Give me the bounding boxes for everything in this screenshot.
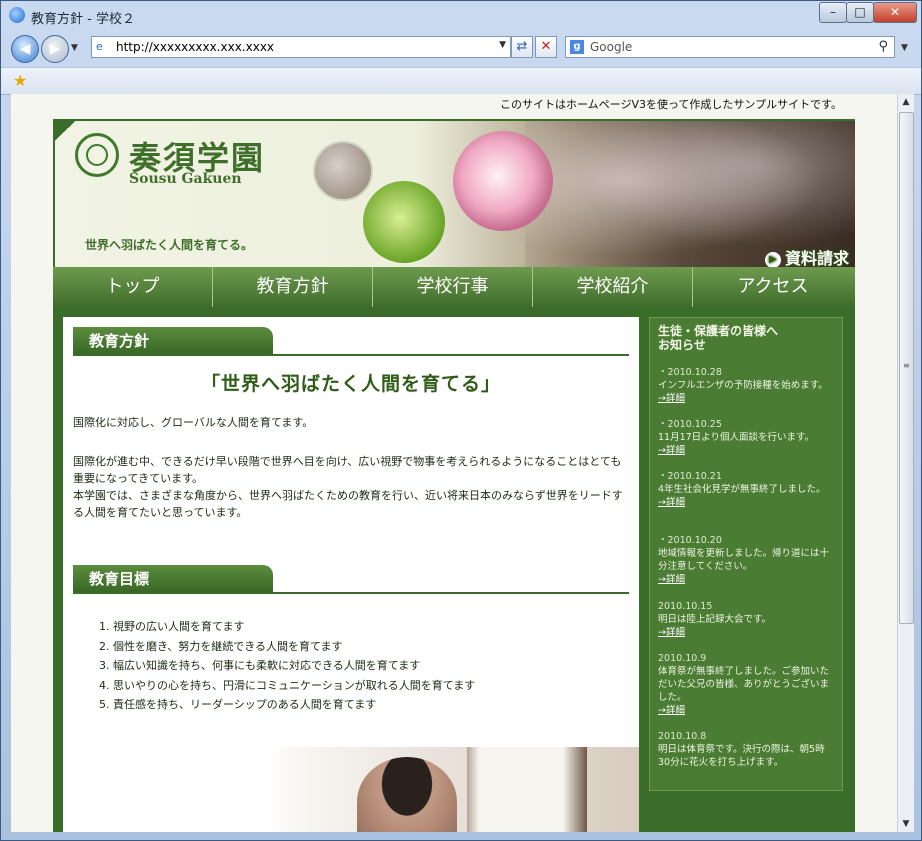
news-item: ・2010.10.28 インフルエンザの予防接種を始めます。 →詳細 xyxy=(658,366,834,405)
news-text: 4年生社会化見学が無事終了しました。 xyxy=(658,484,826,495)
back-button[interactable]: ◀ xyxy=(11,35,39,63)
school-name-roman: Sousu Gakuen xyxy=(129,171,242,187)
main-content: 教育方針 「世界へ羽ばたく人間を育てる」 国際化に対応し、グローバルな人間を育て… xyxy=(63,317,639,832)
tagline: 世界へ羽ばたく人間を育てる。 xyxy=(85,238,254,252)
news-date: 2010.10.15 xyxy=(658,601,713,612)
favorites-star-icon[interactable]: ★ xyxy=(13,71,27,90)
goals-list: 視野の広い人間を育てます 個性を磨き、努力を継続できる人間を育てます 幅広い知識… xyxy=(89,617,475,715)
search-box[interactable]: g Google ⚲ xyxy=(565,36,895,58)
minimize-button[interactable]: – xyxy=(819,2,847,23)
address-bar[interactable]: e http://xxxxxxxxx.xxx.xxxx ▼ xyxy=(91,36,511,58)
page-viewport: このサイトはホームページV3を使って作成したサンプルサイトです。 奏須学園 So… xyxy=(11,94,897,832)
news-sidebar: 生徒・保護者の皆様へ お知らせ ・2010.10.28 インフルエンザの予防接種… xyxy=(649,317,843,791)
stop-button[interactable]: ✕ xyxy=(535,36,557,58)
policy-body-2: 本学園では、さまざまな角度から、世界へ羽ばたくための教育を行い、近い将来日本のみ… xyxy=(73,489,623,519)
news-item: 2010.10.8 明日は体育祭です。決行の際は、朝5時30分に花火を打ち上げま… xyxy=(658,730,834,769)
news-item: 2010.10.9 体育祭が無事終了しました。ご参加いただいた父兄の皆様、ありが… xyxy=(658,652,834,717)
list-item: 個性を磨き、努力を継続できる人間を育てます xyxy=(113,637,475,657)
motto: 「世界へ羽ばたく人間を育てる」 xyxy=(200,373,501,395)
news-date: ・2010.10.21 xyxy=(658,471,722,482)
navigation-bar: ◀ ▶ ▼ e http://xxxxxxxxx.xxx.xxxx ▼ ⇄ ✕ … xyxy=(1,31,921,65)
school-seal-icon xyxy=(75,133,119,177)
scroll-down-icon[interactable]: ▼ xyxy=(898,816,914,832)
news-title: 生徒・保護者の皆様へ お知らせ xyxy=(658,324,779,352)
news-date: 2010.10.8 xyxy=(658,731,707,742)
request-materials-button[interactable]: ▶ 資料請求 xyxy=(764,245,849,267)
address-text[interactable]: http://xxxxxxxxx.xxx.xxxx xyxy=(116,40,274,54)
list-item: 幅広い知識を持ち、何事にも柔軟に対応できる人間を育てます xyxy=(113,656,475,676)
news-date: ・2010.10.28 xyxy=(658,367,722,378)
news-text: 地域情報を更新しました。帰り道には十分注意してください。 xyxy=(658,548,830,572)
news-text: 明日は体育祭です。決行の際は、朝5時30分に花火を打ち上げます。 xyxy=(658,744,825,768)
policy-intro: 国際化に対応し、グローバルな人間を育てます。 xyxy=(73,416,314,429)
search-icon[interactable]: ⚲ xyxy=(878,39,888,54)
news-more-link[interactable]: →詳細 xyxy=(658,626,834,639)
policy-body-1: 国際化が進む中、できるだけ早い段階で世界へ目を向け、広い視野で物事を考えられるよ… xyxy=(73,455,622,485)
news-more-link[interactable]: →詳細 xyxy=(658,496,834,509)
vertical-scrollbar[interactable]: ▲ ≡ ▼ xyxy=(897,94,914,832)
menu-item-access[interactable]: アクセス xyxy=(693,267,853,307)
section-heading-policy: 教育方針 xyxy=(73,327,273,355)
news-more-link[interactable]: →詳細 xyxy=(658,573,834,586)
forward-button[interactable]: ▶ xyxy=(41,35,69,63)
main-menu: トップ 教育方針 学校行事 学校紹介 アクセス xyxy=(53,267,855,307)
favorites-bar: ★ xyxy=(1,67,921,95)
news-item: ・2010.10.25 11月17日より個人面談を行います。 →詳細 xyxy=(658,418,834,457)
news-text: 明日は陸上記録大会です。 xyxy=(658,614,772,625)
list-item: 視野の広い人間を育てます xyxy=(113,617,475,637)
news-more-link[interactable]: →詳細 xyxy=(658,392,834,405)
list-item: 思いやりの心を持ち、円滑にコミュニケーションが取れる人間を育てます xyxy=(113,676,475,696)
menu-item-about[interactable]: 学校紹介 xyxy=(533,267,693,307)
sample-site-notice: このサイトはホームページV3を使って作成したサンプルサイトです。 xyxy=(500,98,842,111)
menu-item-top[interactable]: トップ xyxy=(53,267,213,307)
cherry-orb-image xyxy=(313,141,373,201)
window-frame-image xyxy=(467,747,587,832)
maximize-button[interactable]: □ xyxy=(846,2,874,23)
request-label: 資料請求 xyxy=(784,249,849,267)
site-header: 奏須学園 Sousu Gakuen 世界へ羽ばたく人間を育てる。 ▶ 資料請求 xyxy=(53,119,855,267)
scroll-up-icon[interactable]: ▲ xyxy=(898,94,914,110)
section-heading-goals: 教育目標 xyxy=(73,565,273,593)
browser-window: 教育方針 - 学校２ – □ ✕ ◀ ▶ ▼ e http://xxxxxxxx… xyxy=(0,0,922,841)
news-date: ・2010.10.25 xyxy=(658,419,722,430)
news-text: 体育祭が無事終了しました。ご参加いただいた父兄の皆様、ありがとうございました。 xyxy=(658,666,830,703)
close-button[interactable]: ✕ xyxy=(873,2,917,23)
search-dropdown-icon[interactable]: ▼ xyxy=(901,43,908,53)
news-item: ・2010.10.20 地域情報を更新しました。帰り道には十分注意してください。… xyxy=(658,534,834,586)
student-photo xyxy=(279,747,639,832)
plum-blossom-image xyxy=(453,131,553,231)
news-item: 2010.10.15 明日は陸上記録大会です。 →詳細 xyxy=(658,600,834,639)
news-text: インフルエンザの予防接種を始めます。 xyxy=(658,380,828,391)
title-bar: 教育方針 - 学校２ – □ ✕ xyxy=(1,1,921,29)
menu-item-policy[interactable]: 教育方針 xyxy=(213,267,373,307)
news-text: 11月17日より個人面談を行います。 xyxy=(658,432,815,443)
search-placeholder[interactable]: Google xyxy=(590,40,632,54)
news-more-link[interactable]: →詳細 xyxy=(658,704,834,717)
list-item: 責任感を持ち、リーダーシップのある人間を育てます xyxy=(113,695,475,715)
news-date: 2010.10.9 xyxy=(658,653,707,664)
menu-item-events[interactable]: 学校行事 xyxy=(373,267,533,307)
window-title: 教育方針 - 学校２ xyxy=(31,12,135,27)
site-container: 奏須学園 Sousu Gakuen 世界へ羽ばたく人間を育てる。 ▶ 資料請求 ト… xyxy=(53,119,855,832)
news-more-link[interactable]: →詳細 xyxy=(658,444,834,457)
ie-icon xyxy=(9,7,25,23)
person-head-image xyxy=(357,757,457,832)
leaf-orb-image xyxy=(363,181,445,263)
section-divider xyxy=(73,592,629,594)
play-circle-icon: ▶ xyxy=(764,251,781,267)
scroll-thumb[interactable]: ≡ xyxy=(899,112,914,624)
header-corner xyxy=(55,121,75,141)
history-dropdown-icon[interactable]: ▼ xyxy=(71,43,78,53)
news-date: ・2010.10.20 xyxy=(658,535,722,546)
page-icon: e xyxy=(96,40,103,53)
google-icon: g xyxy=(570,40,584,54)
refresh-button[interactable]: ⇄ xyxy=(511,36,533,58)
address-dropdown-icon[interactable]: ▼ xyxy=(499,40,506,50)
news-item: ・2010.10.21 4年生社会化見学が無事終了しました。 →詳細 xyxy=(658,470,834,509)
section-divider xyxy=(73,354,629,356)
